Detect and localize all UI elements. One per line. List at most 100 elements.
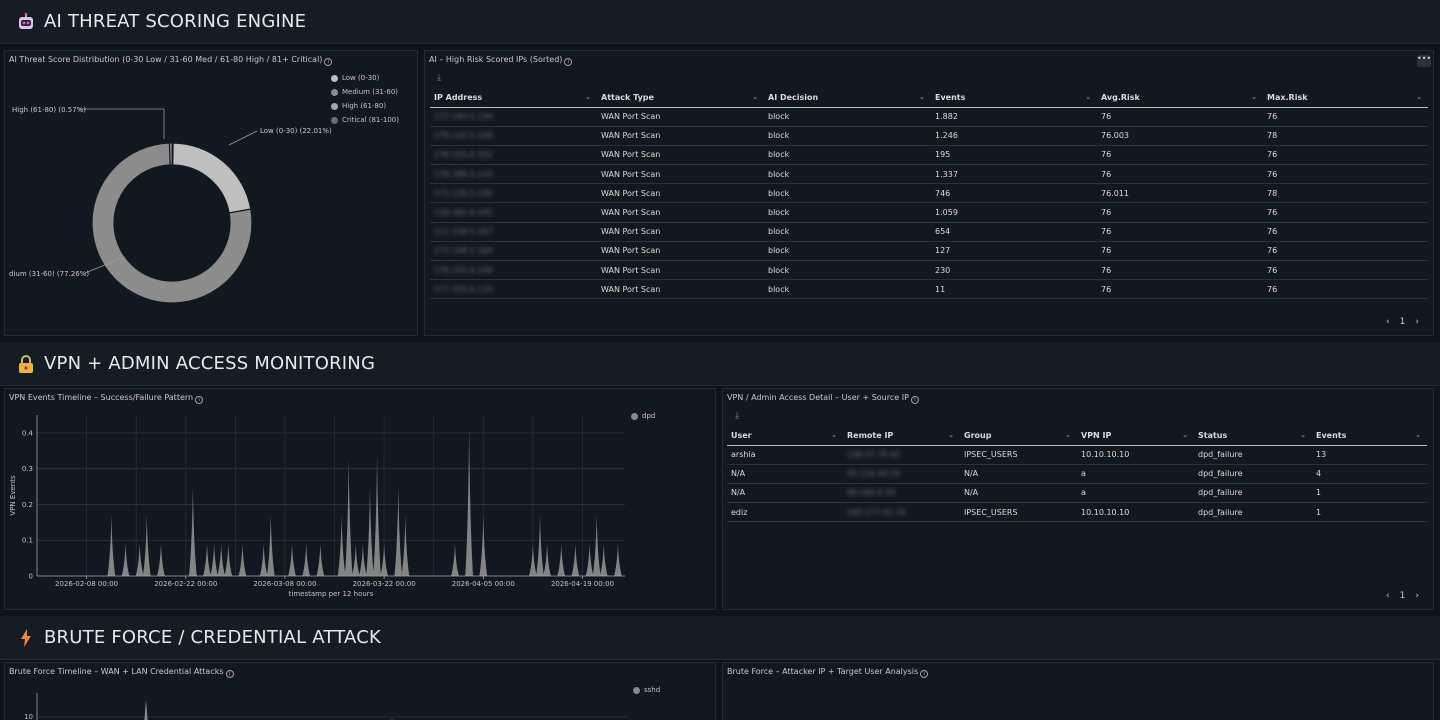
area-spike[interactable] xyxy=(121,543,130,576)
area-spike[interactable] xyxy=(224,543,233,576)
area-spike[interactable] xyxy=(344,457,353,576)
area-spike[interactable] xyxy=(259,543,268,576)
column-header-status[interactable]: Status ⌄ xyxy=(1194,427,1312,446)
chevron-right-icon[interactable]: › xyxy=(1415,317,1419,327)
column-header-events[interactable]: Events ⌄ xyxy=(1312,427,1427,446)
area-spike[interactable] xyxy=(210,543,219,576)
area-spike[interactable] xyxy=(465,425,474,576)
area-spike[interactable] xyxy=(217,543,226,576)
info-icon[interactable]: i xyxy=(920,670,929,678)
column-header-group[interactable]: Group ⌄ xyxy=(960,427,1077,446)
area-spike[interactable] xyxy=(288,543,296,576)
area-spike[interactable] xyxy=(536,515,544,576)
ip-cell[interactable]: 172.130.5.145 xyxy=(430,183,597,204)
section-header-vpn[interactable]: VPN + ADMIN ACCESS MONITORING xyxy=(0,342,1440,386)
chevron-down-icon[interactable]: ⌄ xyxy=(831,431,837,439)
column-header-remote-ip[interactable]: Remote IP ⌄ xyxy=(843,427,960,446)
table-row[interactable]: arshia 100.57.76.42 IPSEC_USERS 10.10.10.10… xyxy=(727,445,1427,465)
table-row[interactable]: 170.155.6.149 WAN Port Scan block 230 76 76 xyxy=(430,260,1428,281)
chevron-down-icon[interactable]: ⌄ xyxy=(585,93,591,101)
area-spike[interactable] xyxy=(142,515,151,576)
page-number[interactable]: 1 xyxy=(1400,317,1406,327)
area-spike[interactable] xyxy=(373,454,381,576)
ip-cell[interactable]: 111.158.5.167 xyxy=(430,222,597,242)
remote-ip-cell[interactable]: 95.116.44.55 xyxy=(843,464,960,484)
table-row[interactable]: 172.130.5.145 WAN Port Scan block 746 76.011… xyxy=(430,183,1428,204)
ip-cell[interactable]: 177.155.6.133 xyxy=(430,279,597,300)
area-spike[interactable] xyxy=(366,486,374,576)
column-header-ip[interactable]: IP Address ⌄ xyxy=(430,89,597,108)
remote-ip-cell[interactable]: 100.57.76.42 xyxy=(843,445,960,465)
area-spike[interactable] xyxy=(529,543,537,576)
info-icon[interactable]: i xyxy=(910,396,919,404)
area-spike[interactable] xyxy=(302,543,311,576)
area-spike[interactable] xyxy=(157,543,165,576)
ip-cell[interactable]: 170.155.6.149 xyxy=(430,260,597,281)
ip-cell[interactable]: 172.158.2.164 xyxy=(430,241,597,262)
page-number[interactable]: 1 xyxy=(1400,591,1406,601)
area-spike[interactable] xyxy=(316,543,325,576)
chevron-down-icon[interactable]: ⌄ xyxy=(1415,431,1421,439)
column-header-max-risk[interactable]: Max.Risk ⌄ xyxy=(1263,89,1428,108)
area-spike[interactable] xyxy=(401,515,410,576)
column-header-events[interactable]: Events ⌄ xyxy=(931,89,1097,108)
chevron-down-icon[interactable]: ⌄ xyxy=(1085,93,1091,101)
area-spike[interactable] xyxy=(337,515,346,576)
table-row[interactable]: 177.155.6.133 WAN Port Scan block 11 76 76 xyxy=(430,279,1428,300)
area-spike[interactable] xyxy=(380,543,389,576)
area-spike[interactable] xyxy=(557,543,566,576)
table-row[interactable]: 179.188.5.143 WAN Port Scan block 1.337 76 76 xyxy=(430,164,1428,185)
area-spike[interactable] xyxy=(203,543,211,576)
area-spike[interactable] xyxy=(107,515,116,576)
chevron-left-icon[interactable]: ‹ xyxy=(1386,591,1390,601)
chevron-down-icon[interactable]: ⌄ xyxy=(1065,431,1071,439)
remote-ip-cell[interactable]: 90.162.4.55 xyxy=(843,483,960,504)
chevron-left-icon[interactable]: ‹ xyxy=(1386,317,1390,327)
chevron-down-icon[interactable]: ⌄ xyxy=(1182,431,1188,439)
chevron-down-icon[interactable]: ⌄ xyxy=(752,93,758,101)
info-icon[interactable]: i xyxy=(564,58,573,66)
ip-cell[interactable]: 177.143.5.134 xyxy=(430,107,597,127)
area-spike[interactable] xyxy=(451,543,459,576)
table-row[interactable]: 170.132.5.109 WAN Port Scan block 1.246 76.0… xyxy=(430,126,1428,146)
chevron-down-icon[interactable]: ⌄ xyxy=(948,431,954,439)
ip-cell[interactable]: 110.162.6.145 xyxy=(430,202,597,223)
area-spike[interactable] xyxy=(394,486,403,576)
table-row[interactable]: N/A 90.162.4.55 N/A a dpd_failure 1 xyxy=(727,483,1427,504)
section-header-brute[interactable]: BRUTE FORCE / CREDENTIAL ATTACK xyxy=(0,616,1440,660)
chevron-down-icon[interactable]: ⌄ xyxy=(1416,93,1422,101)
area-spike[interactable] xyxy=(188,486,197,576)
chevron-down-icon[interactable]: ⌄ xyxy=(1300,431,1306,439)
table-row[interactable]: 111.158.5.167 WAN Port Scan block 654 76 76 xyxy=(430,222,1428,242)
chevron-down-icon[interactable]: ⌄ xyxy=(1251,93,1257,101)
ip-cell[interactable]: 170.132.5.109 xyxy=(430,126,597,146)
table-row[interactable]: 110.162.6.145 WAN Port Scan block 1.059 76 76 xyxy=(430,202,1428,223)
column-header-avg-risk[interactable]: Avg.Risk ⌄ xyxy=(1097,89,1263,108)
area-spike[interactable] xyxy=(585,543,594,576)
column-header-user[interactable]: User ⌄ xyxy=(727,427,843,446)
ip-cell[interactable]: 179.188.5.143 xyxy=(430,164,597,185)
chevron-right-icon[interactable]: › xyxy=(1415,591,1419,601)
area-spike[interactable] xyxy=(351,543,360,576)
area-spike[interactable] xyxy=(135,543,144,576)
area-spike[interactable] xyxy=(238,543,247,576)
table-row[interactable]: 176.155.6.152 WAN Port Scan block 195 76 76 xyxy=(430,145,1428,166)
ip-cell[interactable]: 176.155.6.152 xyxy=(430,145,597,166)
area-spike[interactable] xyxy=(599,543,608,576)
chevron-down-icon[interactable]: ⌄ xyxy=(919,93,925,101)
area-spike[interactable] xyxy=(266,515,275,576)
remote-ip-cell[interactable]: 165.177.41.76 xyxy=(843,502,960,523)
more-options-icon[interactable]: ••• xyxy=(1417,55,1431,67)
area-spike[interactable] xyxy=(358,543,367,576)
section-header-ai[interactable]: AI THREAT SCORING ENGINE xyxy=(0,0,1440,44)
table-row[interactable]: N/A 95.116.44.55 N/A a dpd_failure 4 xyxy=(727,464,1427,484)
column-header-vpn-ip[interactable]: VPN IP ⌄ xyxy=(1077,427,1194,446)
table-row[interactable]: 177.143.5.134 WAN Port Scan block 1.882 76 76 xyxy=(430,107,1428,127)
download-icon[interactable]: ⤓ xyxy=(437,73,441,83)
column-header-ai-decision[interactable]: AI Decision ⌄ xyxy=(764,89,931,108)
area-spike[interactable] xyxy=(543,543,551,576)
area-spike[interactable] xyxy=(614,543,622,576)
area-spike[interactable] xyxy=(571,543,580,576)
area-spike[interactable] xyxy=(592,515,601,576)
column-header-attack-type[interactable]: Attack Type ⌄ xyxy=(597,89,764,108)
